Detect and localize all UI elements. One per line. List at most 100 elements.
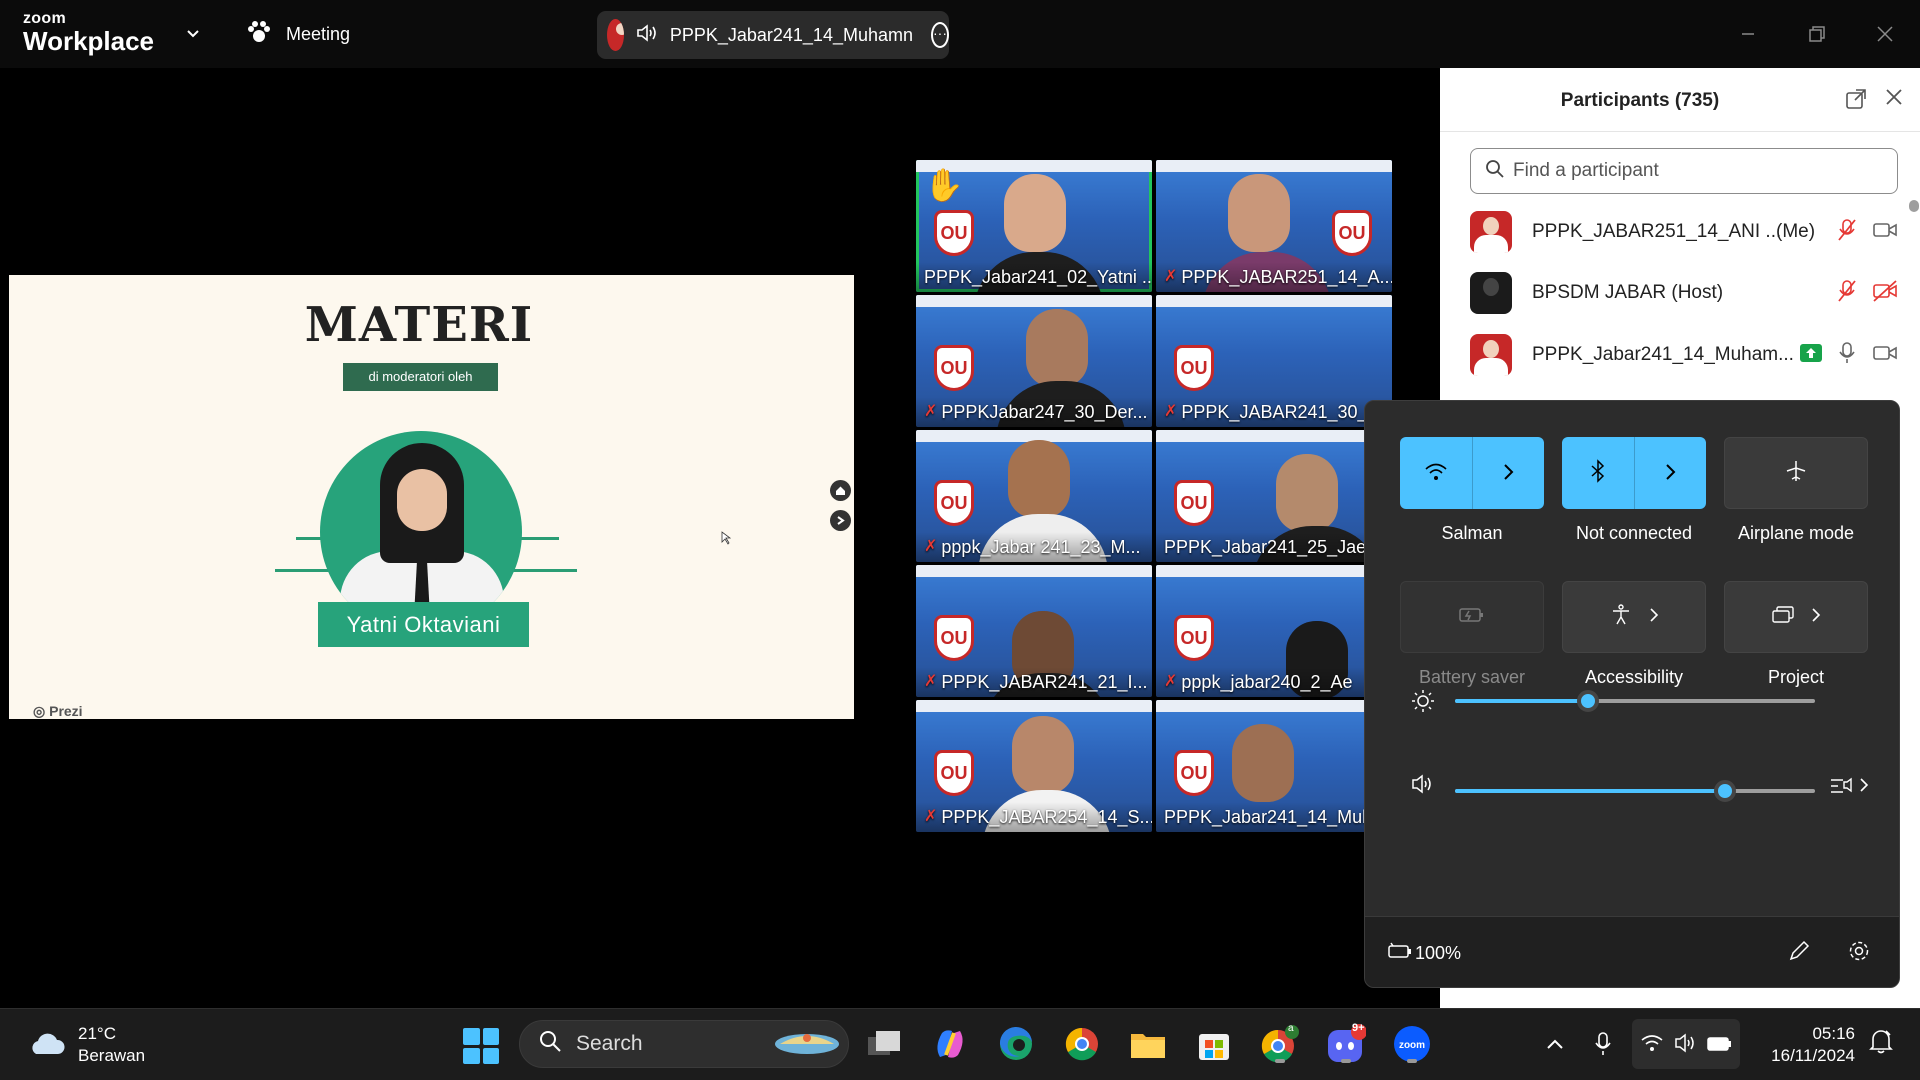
tile-name: PPPK_Jabar241_02_Yatni ... — [924, 267, 1152, 287]
video-tile[interactable]: OU ✗ PPPK_JABAR241_21_I... — [916, 565, 1152, 697]
video-tile[interactable]: OU ✗ PPPK_JABAR241_30_ — [1156, 295, 1392, 427]
video-tile[interactable]: OU ✗ PPPK_JABAR251_14_A... — [1156, 160, 1392, 292]
taskbar-clock[interactable]: 05:16 16/11/2024 — [1755, 1023, 1855, 1067]
volume-icon[interactable] — [1411, 773, 1437, 800]
wifi-label: Salman — [1441, 523, 1503, 543]
participants-title: Participants (735) — [1560, 90, 1720, 111]
presenter-name-plate: Yatni Oktaviani — [318, 602, 529, 647]
tile-name: PPPK_JABAR241_21_I... — [941, 672, 1148, 692]
chrome-badge: a — [1288, 1023, 1294, 1034]
participant-row[interactable]: BPSDM JABAR (Host) — [1470, 270, 1897, 316]
microsoft-store-icon[interactable] — [1194, 1024, 1234, 1064]
chrome-profile-icon[interactable]: a — [1260, 1023, 1300, 1064]
brightness-slider-thumb[interactable] — [1577, 690, 1600, 712]
video-tile[interactable]: OU ✗ PPPK_JABAR254_14_S... — [916, 700, 1152, 832]
active-speaker-pill[interactable]: PPPK_Jabar241_14_Muhamn ··· — [597, 11, 949, 59]
minimize-icon[interactable] — [1730, 16, 1766, 52]
airplane-mode-toggle[interactable] — [1724, 437, 1868, 509]
wifi-icon — [1424, 461, 1448, 488]
mic-muted-icon[interactable] — [1836, 218, 1858, 247]
airplane-label: Airplane mode — [1737, 523, 1855, 543]
participant-name: PPPK_Jabar241_14_Muham... — [1532, 344, 1794, 365]
show-hidden-icons-icon[interactable] — [1546, 1031, 1564, 1057]
discord-icon[interactable]: 9+ — [1326, 1022, 1366, 1064]
find-participant-search[interactable] — [1470, 148, 1898, 194]
avatar — [1470, 211, 1512, 253]
zoom-workplace-logo: zoom Workplace — [23, 10, 154, 56]
video-tile[interactable]: OU ✗ pppk_Jabar 241_23_M... — [916, 430, 1152, 562]
video-tile[interactable]: OU ✋ PPPK_Jabar241_02_Yatni ... — [916, 160, 1152, 292]
close-panel-icon[interactable] — [1882, 88, 1906, 112]
chevron-right-icon — [1649, 607, 1659, 628]
copilot-icon[interactable] — [930, 1024, 970, 1064]
chrome-icon[interactable] — [1062, 1024, 1102, 1064]
video-off-icon[interactable] — [1872, 279, 1898, 307]
settings-gear-icon[interactable] — [1847, 939, 1871, 968]
mouse-cursor-icon — [721, 531, 731, 545]
battery-saver-label: Battery saver — [1418, 667, 1526, 687]
taskbar-search[interactable]: Search — [519, 1020, 849, 1068]
chevron-right-icon[interactable] — [1664, 461, 1678, 488]
video-tile[interactable]: OU ✗ pppk_jabar240_2_Ae — [1156, 565, 1392, 697]
weather-widget[interactable]: 21°C Berawan — [28, 1023, 145, 1067]
brand-small-text: zoom — [23, 10, 66, 27]
task-view-icon[interactable] — [864, 1024, 904, 1064]
quick-settings-flyout: Salman Not connected Airplane mode Batte… — [1364, 400, 1900, 988]
start-button[interactable] — [463, 1028, 499, 1064]
audio-output-icon[interactable] — [1830, 773, 1870, 802]
speaker-audio-icon — [636, 23, 658, 48]
meeting-label: Meeting — [286, 24, 351, 44]
weather-temp: 21°C — [78, 1024, 116, 1043]
speaker-avatar — [607, 19, 624, 51]
edge-icon[interactable] — [996, 1024, 1036, 1064]
clock-time: 05:16 — [1812, 1024, 1855, 1043]
search-label: Search — [576, 1032, 643, 1055]
search-highlight-icon — [772, 1024, 842, 1064]
brightness-slider[interactable] — [1455, 690, 1815, 712]
participant-row[interactable]: PPPK_JABAR251_14_ANI ... (Me) — [1470, 209, 1897, 255]
mic-on-icon[interactable] — [1836, 341, 1858, 370]
project-toggle[interactable] — [1724, 581, 1868, 653]
zoom-app-icon[interactable]: zoom — [1392, 1024, 1432, 1064]
bluetooth-label: Not connected — [1575, 523, 1693, 543]
more-options-icon[interactable]: ··· — [931, 22, 949, 48]
project-icon — [1771, 605, 1795, 630]
participant-row[interactable]: PPPK_Jabar241_14_Muham... — [1470, 332, 1897, 378]
microphone-icon[interactable] — [1594, 1031, 1612, 1063]
video-on-icon[interactable] — [1872, 220, 1898, 245]
restore-icon[interactable] — [1799, 16, 1835, 52]
video-tile[interactable]: OU PPPK_Jabar241_14_Muh — [1156, 700, 1392, 832]
participant-name: PPPK_JABAR251_14_ANI ... — [1532, 221, 1782, 242]
mic-muted-icon: ✗ — [924, 538, 938, 555]
chevron-right-icon[interactable] — [1502, 461, 1516, 488]
quick-settings-tray-button[interactable] — [1632, 1019, 1740, 1069]
pop-out-icon[interactable] — [1844, 88, 1868, 112]
battery-percent: 100% — [1415, 943, 1462, 963]
tile-name: PPPK_Jabar241_14_Muh — [1164, 807, 1373, 827]
wifi-toggle[interactable] — [1400, 437, 1544, 509]
participants-scrollbar[interactable] — [1909, 200, 1919, 212]
mic-muted-icon[interactable] — [1836, 279, 1858, 308]
volume-tray-icon — [1674, 1033, 1698, 1058]
prezi-logo: ◎ Prezi — [33, 703, 83, 719]
search-input[interactable] — [1513, 160, 1893, 182]
file-explorer-icon[interactable] — [1128, 1024, 1168, 1064]
chevron-down-icon[interactable] — [184, 24, 202, 42]
battery-saver-toggle[interactable] — [1400, 581, 1544, 653]
meeting-button[interactable]: Meeting — [246, 20, 350, 49]
home-icon[interactable] — [830, 480, 851, 501]
mic-muted-icon: ✗ — [1164, 403, 1178, 420]
notification-bell-icon[interactable] — [1868, 1027, 1894, 1061]
avatar — [1470, 272, 1512, 314]
video-tile[interactable]: OU PPPK_Jabar241_25_Jaen — [1156, 430, 1392, 562]
bluetooth-toggle[interactable] — [1562, 437, 1706, 509]
accessibility-toggle[interactable] — [1562, 581, 1706, 653]
close-icon[interactable] — [1867, 16, 1903, 52]
volume-slider[interactable] — [1455, 780, 1815, 802]
mic-muted-icon: ✗ — [924, 673, 938, 690]
nav-arrow-icon[interactable] — [830, 510, 851, 531]
video-tile[interactable]: OU ✗ PPPKJabar247_30_Der... — [916, 295, 1152, 427]
video-on-icon[interactable] — [1872, 343, 1898, 368]
volume-slider-thumb[interactable] — [1714, 780, 1736, 802]
edit-pencil-icon[interactable] — [1787, 939, 1811, 968]
